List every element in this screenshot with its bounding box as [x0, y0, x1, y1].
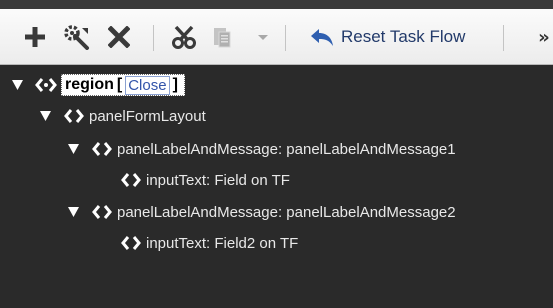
tree-node-input-text-1[interactable]: inputText: Field on TF	[120, 167, 290, 193]
selected-node-box: region [ Close ]	[61, 74, 185, 96]
component-tree: region [ Close ] panelFormLayout panelLa…	[8, 65, 553, 308]
close-bracket: ]	[172, 76, 178, 93]
delete-button[interactable]	[106, 23, 132, 51]
reset-task-flow-button[interactable]: Reset Task Flow	[309, 23, 487, 51]
expand-triangle-icon[interactable]	[12, 79, 23, 91]
component-tag-icon	[120, 172, 142, 188]
toolbar: Reset Task Flow »	[0, 9, 553, 65]
tree-node-label: inputText: Field on TF	[146, 171, 290, 189]
expand-triangle-icon[interactable]	[68, 206, 79, 218]
region-tag-icon	[35, 77, 57, 93]
paste-menu-button[interactable]	[255, 23, 271, 51]
region-label: region	[65, 76, 114, 93]
toolbar-separator	[285, 25, 286, 51]
tree-node-panel-form-layout[interactable]: panelFormLayout	[40, 103, 206, 129]
component-tag-icon	[63, 108, 85, 124]
open-bracket: [	[116, 76, 123, 93]
toolbar-overflow-button[interactable]: »	[536, 23, 552, 51]
wrench-gear-icon	[64, 25, 89, 50]
paste-button[interactable]	[210, 23, 234, 51]
window-top-edge	[0, 0, 553, 9]
reset-task-flow-label: Reset Task Flow	[341, 27, 466, 46]
toolbar-separator	[153, 25, 154, 51]
component-tag-icon	[120, 235, 142, 251]
task-flow-panel: Reset Task Flow » region [ Close] panel…	[0, 0, 553, 308]
tree-node-region[interactable]: region [ Close ]	[12, 72, 185, 98]
tree-node-label: panelFormLayout	[89, 107, 206, 125]
tree-node-input-text-2[interactable]: inputText: Field2 on TF	[120, 230, 298, 256]
tree-node-label: panelLabelAndMessage: panelLabelAndMessa…	[117, 140, 456, 158]
expand-triangle-icon[interactable]	[40, 110, 51, 122]
x-icon	[108, 26, 130, 48]
chevron-down-icon	[258, 35, 268, 40]
tree-node-label: panelLabelAndMessage: panelLabelAndMessa…	[117, 203, 456, 221]
expand-triangle-icon[interactable]	[68, 143, 79, 155]
plus-icon	[25, 27, 45, 47]
edit-button[interactable]	[62, 23, 92, 51]
tree-node-label: inputText: Field2 on TF	[146, 234, 299, 252]
component-tag-icon	[91, 141, 113, 157]
clipboard-icon	[214, 28, 231, 48]
add-button[interactable]	[22, 23, 48, 51]
component-tag-icon	[91, 204, 113, 220]
cut-button[interactable]	[170, 23, 198, 51]
tree-node-panel-label-and-message-2[interactable]: panelLabelAndMessage: panelLabelAndMessa…	[68, 199, 456, 225]
close-link[interactable]: Close	[125, 75, 170, 95]
scissors-icon	[172, 25, 196, 49]
toolbar-separator	[503, 25, 504, 51]
undo-arrow-icon	[311, 29, 333, 46]
tree-node-panel-label-and-message-1[interactable]: panelLabelAndMessage: panelLabelAndMessa…	[68, 136, 456, 162]
overflow-chevron-icon: »	[538, 26, 550, 48]
